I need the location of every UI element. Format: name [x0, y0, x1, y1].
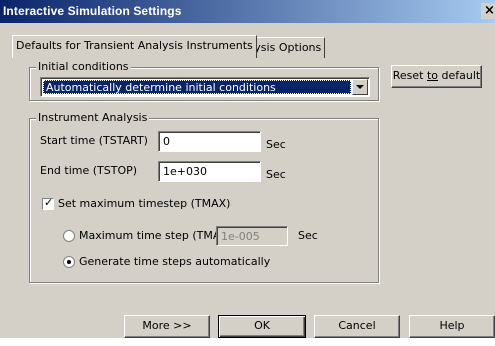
tmax-checkbox[interactable]: ✓ [42, 196, 54, 210]
cancel-button[interactable]: Cancel [314, 315, 400, 338]
help-button[interactable]: Help [409, 315, 495, 338]
ok-button[interactable]: OK [218, 315, 306, 338]
end-time-unit: Sec [266, 168, 286, 181]
check-icon: ✓ [44, 196, 54, 209]
title-bar[interactable]: Interactive Simulation Settings × [0, 0, 495, 23]
dialog-window: Interactive Simulation Settings × Defaul… [0, 0, 495, 346]
initial-conditions-selected: Automatically determine initial conditio… [43, 80, 351, 94]
end-time-input[interactable]: 1e+030 [158, 161, 261, 182]
window-title: Interactive Simulation Settings [3, 4, 182, 18]
max-time-step-radio[interactable] [63, 230, 75, 242]
close-button[interactable]: × [481, 3, 495, 19]
initial-conditions-select[interactable]: Automatically determine initial conditio… [40, 77, 370, 97]
initial-conditions-label: Initial conditions [36, 60, 131, 73]
start-time-unit: Sec [266, 138, 286, 151]
chevron-down-icon[interactable] [352, 79, 368, 95]
more-button[interactable]: More >> [124, 315, 210, 338]
tab-strip: Defaults for Transient Analysis Instrume… [0, 35, 495, 58]
auto-time-steps-radio[interactable] [63, 256, 75, 268]
reset-to-default-button[interactable]: Reset to default [391, 65, 482, 88]
reset-label-post: default [438, 69, 481, 82]
close-icon: × [484, 3, 495, 18]
max-time-step-input: 1e-005 [216, 226, 288, 246]
end-time-label: End time (TSTOP) [40, 164, 138, 177]
start-time-input[interactable]: 0 [158, 131, 261, 152]
reset-label-accel: to [426, 69, 439, 82]
instrument-analysis-label: Instrument Analysis [36, 111, 150, 124]
start-time-label: Start time (TSTART) [40, 134, 148, 147]
tmax-checkbox-label[interactable]: Set maximum timestep (TMAX) [58, 197, 230, 210]
max-time-step-unit: Sec [298, 229, 318, 242]
tab-transient-defaults[interactable]: Defaults for Transient Analysis Instrume… [12, 35, 257, 58]
bottom-edge [0, 338, 495, 346]
reset-label-pre: Reset [392, 69, 427, 82]
max-time-step-label[interactable]: Maximum time step (TMAX) [79, 229, 232, 242]
tab-label: Defaults for Transient Analysis Instrume… [16, 39, 253, 52]
auto-time-steps-label[interactable]: Generate time steps automatically [79, 255, 270, 268]
